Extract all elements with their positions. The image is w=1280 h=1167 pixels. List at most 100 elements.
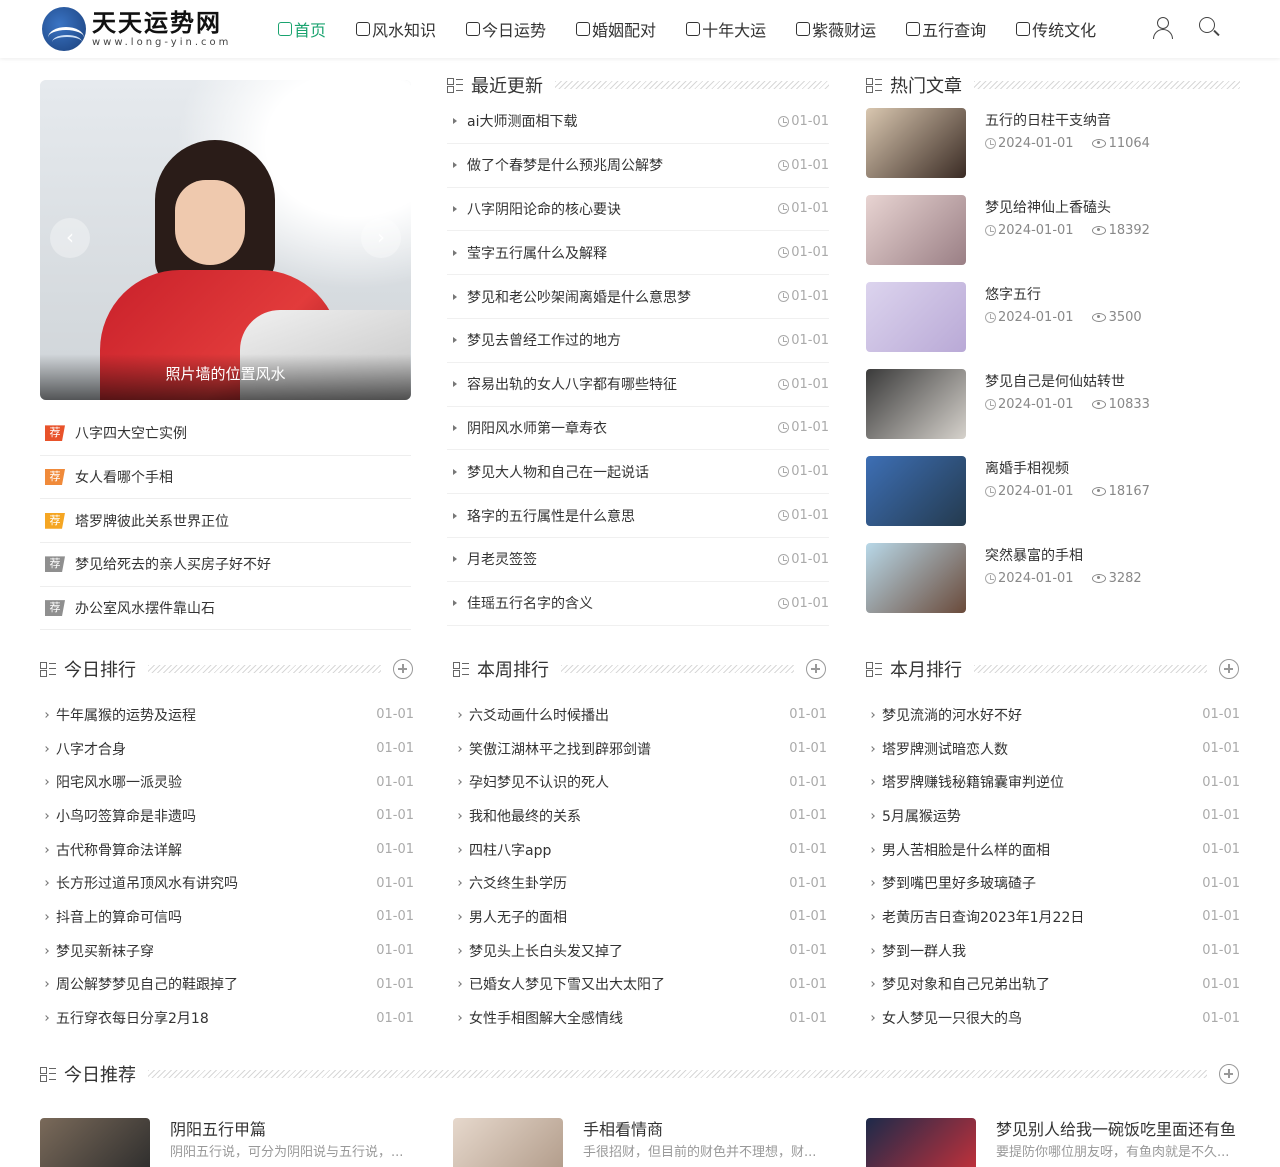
hot-item[interactable]: 五行的日柱干支纳音 2024-01-01 11064: [866, 108, 1240, 195]
rank-item[interactable]: 梦见对象和自己兄弟出轨了 01-01: [866, 968, 1240, 1002]
rank-item[interactable]: 小鸟叼签算命是非遗吗 01-01: [40, 799, 414, 833]
rank-item[interactable]: 笑傲江湖林平之找到辟邪剑谱 01-01: [453, 732, 827, 766]
card-title[interactable]: 阴阳五行甲篇: [170, 1118, 414, 1142]
rank-item[interactable]: 女人梦见一只很大的鸟 01-01: [866, 1001, 1240, 1035]
rank-item[interactable]: 五行穿衣每日分享2月18 01-01: [40, 1001, 414, 1035]
hot-thumbnail[interactable]: [866, 108, 966, 178]
nav-item-7[interactable]: 传统文化: [1016, 17, 1096, 41]
recent-item[interactable]: 梦见去曾经工作过的地方 01-01: [447, 319, 829, 363]
slider-next-button[interactable]: ›: [361, 218, 401, 258]
recent-item[interactable]: 容易出轨的女人八字都有哪些特征 01-01: [447, 363, 829, 407]
hot-thumbnail[interactable]: [866, 543, 966, 613]
rank-item[interactable]: 四柱八字app 01-01: [453, 833, 827, 867]
recommend-item[interactable]: 荐八字四大空亡实例: [40, 412, 411, 456]
rank-item[interactable]: 八字才合身 01-01: [40, 732, 414, 766]
rank-item[interactable]: 梦见流淌的河水好不好 01-01: [866, 698, 1240, 732]
recommend-item[interactable]: 荐办公室风水摆件靠山石: [40, 587, 411, 631]
card-thumbnail[interactable]: [40, 1118, 150, 1167]
rank-item[interactable]: 已婚女人梦见下雪又出大太阳了 01-01: [453, 968, 827, 1002]
recent-item[interactable]: 佳瑶五行名字的含义 01-01: [447, 582, 829, 626]
card-title[interactable]: 手相看情商: [583, 1118, 827, 1142]
rank-item[interactable]: 塔罗牌赚钱秘籍锦囊审判逆位 01-01: [866, 765, 1240, 799]
hot-thumbnail[interactable]: [866, 369, 966, 439]
card-title[interactable]: 梦见别人给我一碗饭吃里面还有鱼: [996, 1118, 1240, 1142]
slider-prev-button[interactable]: ‹: [50, 218, 90, 258]
recommend-item[interactable]: 荐女人看哪个手相: [40, 456, 411, 500]
more-plus-icon[interactable]: [1219, 659, 1239, 679]
recent-item[interactable]: 梦见和老公吵架闹离婚是什么意思梦 01-01: [447, 275, 829, 319]
chevron-right-icon: [869, 779, 875, 786]
more-plus-icon[interactable]: [393, 659, 413, 679]
rank-item[interactable]: 抖音上的算命可信吗 01-01: [40, 900, 414, 934]
recent-date: 01-01: [791, 245, 829, 261]
rank-title: 抖音上的算命可信吗: [56, 909, 182, 926]
nav-item-1[interactable]: 风水知识: [356, 17, 436, 41]
hot-item[interactable]: 悠字五行 2024-01-01 3500: [866, 282, 1240, 369]
rank-item[interactable]: 梦见头上长白头发又掉了 01-01: [453, 934, 827, 968]
card-thumbnail[interactable]: [866, 1118, 976, 1167]
rank-item[interactable]: 六爻动画什么时候播出 01-01: [453, 698, 827, 732]
rank-item[interactable]: 阳宅风水哪一派灵验 01-01: [40, 765, 414, 799]
hot-title[interactable]: 突然暴富的手相: [985, 547, 1142, 565]
recent-item[interactable]: 八字阴阳论命的核心要诀 01-01: [447, 188, 829, 232]
rank-item[interactable]: 牛年属猴的运势及运程 01-01: [40, 698, 414, 732]
slide-caption[interactable]: 照片墙的位置风水: [40, 354, 411, 400]
recommend-badge: 荐: [45, 512, 65, 529]
rank-item[interactable]: 梦到嘴巴里好多玻璃碴子 01-01: [866, 866, 1240, 900]
rank-item[interactable]: 孕妇梦见不认识的死人 01-01: [453, 765, 827, 799]
recent-title: 佳瑶五行名字的含义: [467, 596, 593, 613]
nav-item-4[interactable]: 十年大运: [686, 17, 766, 41]
hot-item[interactable]: 突然暴富的手相 2024-01-01 3282: [866, 543, 1240, 630]
rank-item[interactable]: 长方形过道吊顶风水有讲究吗 01-01: [40, 866, 414, 900]
recommend-item[interactable]: 荐塔罗牌彼此关系世界正位: [40, 499, 411, 544]
clock-icon: [778, 422, 790, 434]
more-plus-icon[interactable]: [806, 659, 826, 679]
rank-item[interactable]: 男人无子的面相 01-01: [453, 900, 827, 934]
rank-item[interactable]: 老黄历吉日查询2023年1月22日 01-01: [866, 900, 1240, 934]
hot-title[interactable]: 梦见给神仙上香磕头: [985, 199, 1150, 217]
recent-item[interactable]: 做了个春梦是什么预兆周公解梦 01-01: [447, 144, 829, 188]
clock-icon: [778, 291, 790, 303]
hot-item[interactable]: 离婚手相视频 2024-01-01 18167: [866, 456, 1240, 543]
rank-item[interactable]: 梦见买新袜子穿 01-01: [40, 934, 414, 968]
hot-title[interactable]: 梦见自己是何仙姑转世: [985, 373, 1150, 391]
recommend-item[interactable]: 荐梦见给死去的亲人买房子好不好: [40, 543, 411, 587]
hot-title[interactable]: 悠字五行: [985, 286, 1142, 304]
recent-item[interactable]: 阴阳风水师第一章寿衣 01-01: [447, 407, 829, 451]
rank-item[interactable]: 5月属猴运势 01-01: [866, 799, 1240, 833]
more-plus-icon[interactable]: [1219, 1064, 1239, 1084]
rank-item[interactable]: 我和他最终的关系 01-01: [453, 799, 827, 833]
hot-thumbnail[interactable]: [866, 282, 966, 352]
recent-item[interactable]: ai大师测面相下载 01-01: [447, 100, 829, 144]
rank-item[interactable]: 塔罗牌测试暗恋人数 01-01: [866, 732, 1240, 766]
nav-item-6[interactable]: 五行查询: [906, 17, 986, 41]
hot-thumbnail[interactable]: [866, 456, 966, 526]
nav-item-0[interactable]: 首页: [278, 17, 326, 41]
today-rec-card[interactable]: 梦见别人给我一碗饭吃里面还有鱼 要提防你哪位朋友呀，有鱼肉就是不久...: [866, 1118, 1240, 1167]
search-icon[interactable]: [1198, 16, 1220, 40]
nav-item-5[interactable]: 紫薇财运: [796, 17, 876, 41]
recent-item[interactable]: 月老灵签签 01-01: [447, 538, 829, 582]
recent-item[interactable]: 莹字五行属什么及解释 01-01: [447, 231, 829, 276]
nav-item-2[interactable]: 今日运势: [466, 17, 546, 41]
hot-title[interactable]: 五行的日柱干支纳音: [985, 112, 1150, 130]
rank-item[interactable]: 梦到一群人我 01-01: [866, 934, 1240, 968]
recent-item[interactable]: 梦见大人物和自己在一起说话 01-01: [447, 450, 829, 495]
today-rec-card[interactable]: 阴阳五行甲篇 阴阳五行说，可分为阴阳说与五行说，...: [40, 1118, 414, 1167]
rank-item[interactable]: 古代称骨算命法详解 01-01: [40, 833, 414, 867]
recent-item[interactable]: 珞字的五行属性是什么意思 01-01: [447, 494, 829, 538]
rank-item[interactable]: 男人苦相脸是什么样的面相 01-01: [866, 833, 1240, 867]
user-icon[interactable]: [1152, 16, 1174, 40]
nav-item-3[interactable]: 婚姻配对: [576, 17, 656, 41]
rank-item[interactable]: 周公解梦梦见自己的鞋跟掉了 01-01: [40, 968, 414, 1002]
hot-item[interactable]: 梦见给神仙上香磕头 2024-01-01 18392: [866, 195, 1240, 282]
hot-title[interactable]: 离婚手相视频: [985, 460, 1150, 478]
featured-slider[interactable]: ‹ › 照片墙的位置风水: [40, 80, 411, 400]
site-logo[interactable]: 天天运势网 www.long-yin.com: [42, 5, 231, 53]
card-thumbnail[interactable]: [453, 1118, 563, 1167]
today-rec-card[interactable]: 手相看情商 手很招财，但目前的财色并不理想，财...: [453, 1118, 827, 1167]
hot-item[interactable]: 梦见自己是何仙姑转世 2024-01-01 10833: [866, 369, 1240, 456]
rank-item[interactable]: 女性手相图解大全感情线 01-01: [453, 1001, 827, 1035]
hot-thumbnail[interactable]: [866, 195, 966, 265]
rank-item[interactable]: 六爻终生卦学历 01-01: [453, 866, 827, 900]
